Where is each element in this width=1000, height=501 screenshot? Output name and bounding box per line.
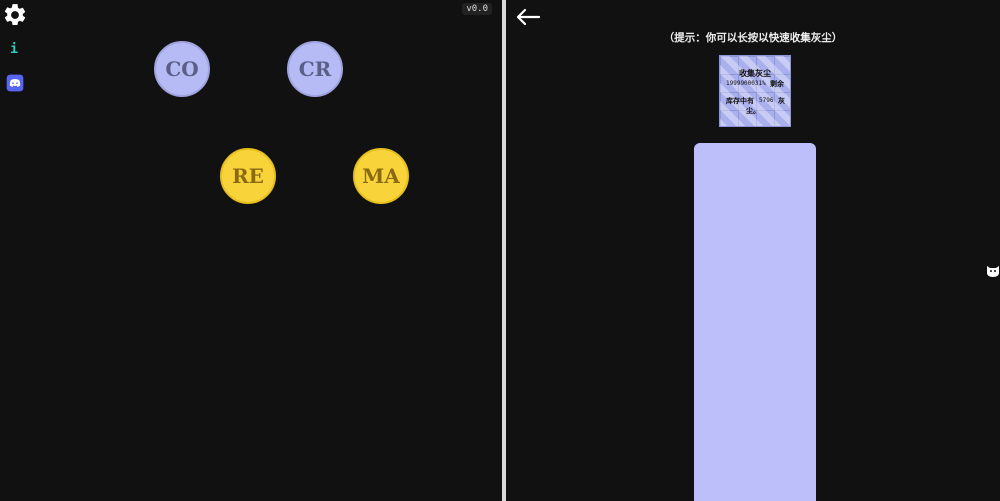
coin-co[interactable]: CO bbox=[154, 41, 210, 97]
collect-dust-button[interactable]: 收集灰尘 1999900031% 剩余 库存中有 5796 灰 尘。 bbox=[719, 55, 791, 127]
game-screen: i v0.0 CO CR RE MA （提示：你可以长按以快速收集灰尘） 收集灰… bbox=[0, 0, 1000, 501]
back-arrow-icon[interactable] bbox=[514, 6, 542, 28]
stock-unit-part2: 尘。 bbox=[746, 107, 760, 115]
left-panel: i v0.0 CO CR RE MA bbox=[0, 0, 502, 501]
gear-icon[interactable] bbox=[2, 2, 28, 28]
info-icon[interactable]: i bbox=[6, 40, 22, 58]
hint-text: （提示：你可以长按以快速收集灰尘） bbox=[663, 32, 843, 44]
discord-icon[interactable] bbox=[5, 73, 25, 93]
coin-cr[interactable]: CR bbox=[287, 41, 343, 97]
stock-value: 5796 bbox=[759, 97, 774, 104]
dust-count: 1999900031% bbox=[726, 80, 766, 87]
coin-ma[interactable]: MA bbox=[353, 148, 409, 204]
right-panel: （提示：你可以长按以快速收集灰尘） 收集灰尘 1999900031% 剩余 库存… bbox=[506, 0, 1000, 501]
remain-label: 剩余 bbox=[770, 80, 784, 88]
stock-unit-part1: 灰 bbox=[778, 97, 785, 105]
version-label: v0.0 bbox=[462, 3, 492, 15]
dust-progress-bar bbox=[694, 143, 816, 501]
coin-re[interactable]: RE bbox=[220, 148, 276, 204]
cat-icon[interactable] bbox=[986, 262, 1000, 278]
collect-dust-title: 收集灰尘 bbox=[739, 69, 771, 78]
stock-label: 库存中有 bbox=[726, 97, 754, 105]
